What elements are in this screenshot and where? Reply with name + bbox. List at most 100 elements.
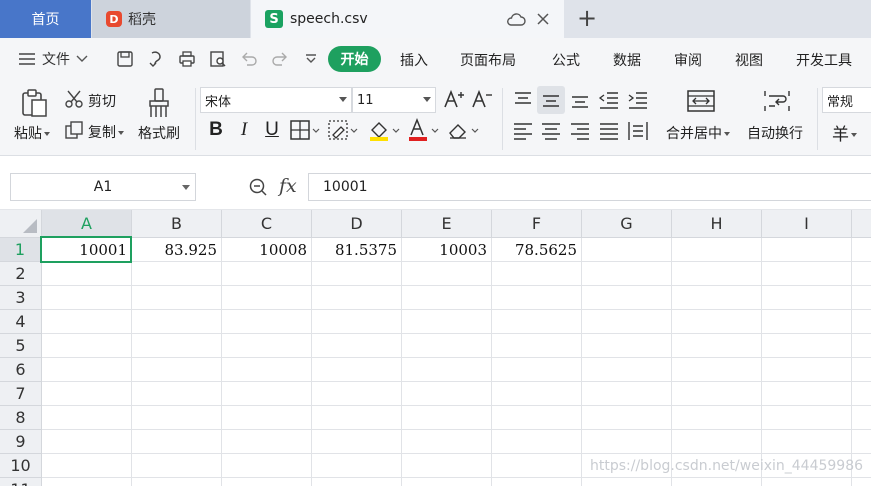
empty-cell[interactable] <box>492 430 582 454</box>
empty-cell[interactable] <box>222 262 312 286</box>
empty-cell[interactable] <box>402 478 492 486</box>
font-name-select[interactable]: 宋体 <box>200 87 352 113</box>
paste-icon[interactable] <box>19 88 49 118</box>
empty-cell[interactable] <box>402 430 492 454</box>
empty-cell[interactable] <box>222 334 312 358</box>
empty-cell[interactable] <box>132 430 222 454</box>
menu-tab-page-layout[interactable]: 页面布局 <box>460 50 516 70</box>
font-size-select[interactable]: 11 <box>352 87 436 113</box>
column-header-j[interactable] <box>852 210 871 238</box>
increase-indent-icon[interactable] <box>627 89 649 111</box>
align-bottom-icon[interactable] <box>569 89 591 111</box>
copy-button[interactable]: 复制 <box>88 122 124 142</box>
empty-cell[interactable] <box>312 334 402 358</box>
empty-cell[interactable] <box>852 406 871 430</box>
row-header-9[interactable]: 9 <box>0 430 42 454</box>
empty-cell[interactable] <box>852 478 871 486</box>
menu-tab-data[interactable]: 数据 <box>613 50 641 70</box>
empty-cell[interactable] <box>42 382 132 406</box>
distributed-align-icon[interactable] <box>627 120 649 142</box>
empty-cell[interactable] <box>672 310 762 334</box>
cell-a1[interactable]: 10001 <box>40 236 132 263</box>
column-header-i[interactable]: I <box>762 210 852 238</box>
empty-cell[interactable] <box>672 238 762 262</box>
empty-cell[interactable] <box>312 310 402 334</box>
justify-icon[interactable] <box>598 120 620 142</box>
empty-cell[interactable] <box>42 406 132 430</box>
decrease-indent-icon[interactable] <box>598 89 620 111</box>
empty-cell[interactable] <box>132 454 222 478</box>
empty-cell[interactable] <box>402 358 492 382</box>
empty-cell[interactable] <box>672 262 762 286</box>
currency-format-button[interactable]: 羊 <box>832 120 857 145</box>
formula-input[interactable]: 10001 <box>308 173 871 201</box>
empty-cell[interactable] <box>222 454 312 478</box>
cell-f1[interactable]: 78.5625 <box>492 238 582 262</box>
name-box-dropdown-icon[interactable] <box>182 185 190 191</box>
empty-cell[interactable] <box>672 430 762 454</box>
empty-cell[interactable] <box>492 406 582 430</box>
empty-cell[interactable] <box>582 262 672 286</box>
empty-cell[interactable] <box>222 358 312 382</box>
row-header-6[interactable]: 6 <box>0 358 42 382</box>
empty-cell[interactable] <box>762 238 852 262</box>
font-color-icon[interactable] <box>407 118 439 142</box>
file-menu-button[interactable]: 文件 <box>18 49 88 69</box>
empty-cell[interactable] <box>42 262 132 286</box>
empty-cell[interactable] <box>402 406 492 430</box>
empty-cell[interactable] <box>762 478 852 486</box>
empty-cell[interactable] <box>762 334 852 358</box>
column-header-b[interactable]: B <box>132 210 222 238</box>
empty-cell[interactable] <box>312 262 402 286</box>
empty-cell[interactable] <box>312 454 402 478</box>
bold-button[interactable]: B <box>205 119 227 141</box>
empty-cell[interactable] <box>42 454 132 478</box>
cell-e1[interactable]: 10003 <box>402 238 492 262</box>
tab-home[interactable]: 首页 <box>0 0 91 38</box>
empty-cell[interactable] <box>672 478 762 486</box>
format-painter-icon[interactable] <box>145 87 173 119</box>
cell-c1[interactable]: 10008 <box>222 238 312 262</box>
undo-icon[interactable] <box>239 49 259 69</box>
format-painter-button[interactable]: 格式刷 <box>138 123 180 143</box>
merge-center-icon[interactable] <box>686 89 716 113</box>
empty-cell[interactable] <box>672 334 762 358</box>
cell-b1[interactable]: 83.925 <box>132 238 222 262</box>
empty-cell[interactable] <box>312 358 402 382</box>
empty-cell[interactable] <box>402 454 492 478</box>
empty-cell[interactable] <box>132 334 222 358</box>
name-box[interactable]: A1 <box>10 173 196 201</box>
empty-cell[interactable] <box>762 310 852 334</box>
number-format-select[interactable]: 常规 <box>822 87 871 113</box>
print-icon[interactable] <box>177 49 197 69</box>
column-header-g[interactable]: G <box>582 210 672 238</box>
menu-tab-insert[interactable]: 插入 <box>400 50 428 70</box>
menu-tab-developer[interactable]: 开发工具 <box>796 50 852 70</box>
cell-d1[interactable]: 81.5375 <box>312 238 402 262</box>
empty-cell[interactable] <box>582 430 672 454</box>
row-header-7[interactable]: 7 <box>0 382 42 406</box>
redo-icon[interactable] <box>270 49 290 69</box>
empty-cell[interactable] <box>852 310 871 334</box>
fill-color-icon[interactable] <box>368 118 400 142</box>
new-tab-button[interactable]: + <box>575 6 599 31</box>
align-right-icon[interactable] <box>569 120 591 142</box>
empty-cell[interactable] <box>672 382 762 406</box>
empty-cell[interactable] <box>582 238 672 262</box>
row-header-11[interactable]: 11 <box>0 478 42 486</box>
empty-cell[interactable] <box>672 358 762 382</box>
column-header-d[interactable]: D <box>312 210 402 238</box>
empty-cell[interactable] <box>402 262 492 286</box>
empty-cell[interactable] <box>222 406 312 430</box>
empty-cell[interactable] <box>312 430 402 454</box>
empty-cell[interactable] <box>312 382 402 406</box>
empty-cell[interactable] <box>492 478 582 486</box>
column-header-e[interactable]: E <box>402 210 492 238</box>
empty-cell[interactable] <box>852 286 871 310</box>
empty-cell[interactable] <box>582 286 672 310</box>
wrap-text-icon[interactable] <box>763 89 791 113</box>
empty-cell[interactable] <box>492 286 582 310</box>
empty-cell[interactable] <box>312 406 402 430</box>
merge-center-button[interactable]: 合并居中 <box>666 123 730 143</box>
empty-cell[interactable] <box>852 262 871 286</box>
